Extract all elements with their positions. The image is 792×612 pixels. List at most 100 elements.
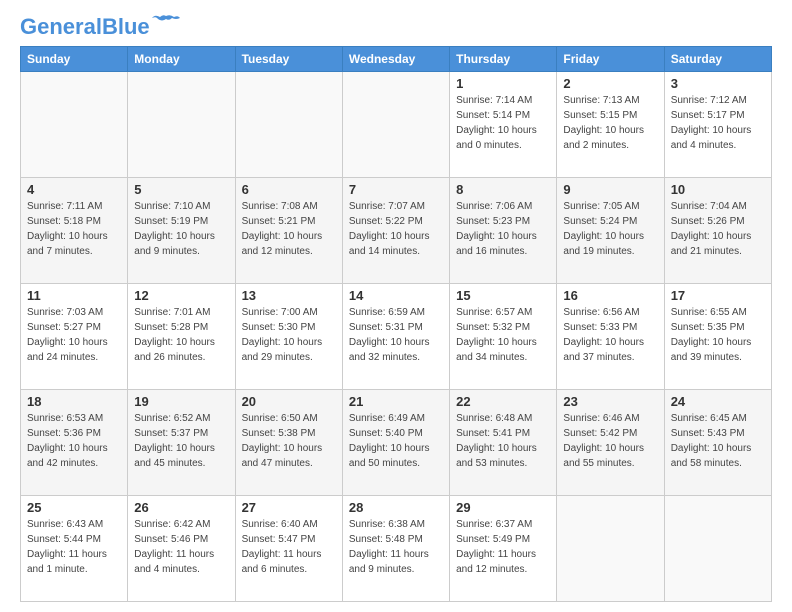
- day-number: 27: [242, 500, 336, 515]
- day-number: 15: [456, 288, 550, 303]
- day-info: Sunrise: 6:52 AM Sunset: 5:37 PM Dayligh…: [134, 411, 228, 471]
- table-row: 9 Sunrise: 7:05 AM Sunset: 5:24 PM Daylig…: [557, 178, 664, 284]
- day-number: 28: [349, 500, 443, 515]
- day-info: Sunrise: 6:59 AM Sunset: 5:31 PM Dayligh…: [349, 305, 443, 365]
- day-number: 13: [242, 288, 336, 303]
- calendar-page: GeneralBlue Sunday Monday Tuesday Wednes…: [0, 0, 792, 612]
- table-row: 12Sunrise: 7:01 AM Sunset: 5:28 PM Dayli…: [128, 284, 235, 390]
- table-row: 6 Sunrise: 7:08 AM Sunset: 5:21 PM Daylig…: [235, 178, 342, 284]
- day-number: 16: [563, 288, 657, 303]
- table-row: 19 Sunrise: 6:52 AM Sunset: 5:37 PM Dayli…: [128, 390, 235, 496]
- table-row: [235, 72, 342, 178]
- day-info: Sunrise: 6:57 AM Sunset: 5:32 PM Dayligh…: [456, 305, 550, 365]
- day-info: Sunrise: 7:05 AM Sunset: 5:24 PM Dayligh…: [563, 199, 657, 259]
- table-row: 5 Sunrise: 7:10 AM Sunset: 5:19 PM Daylig…: [128, 178, 235, 284]
- table-row: [342, 72, 449, 178]
- day-info: Sunrise: 6:50 AM Sunset: 5:38 PM Dayligh…: [242, 411, 336, 471]
- calendar-week-row: 18 Sunrise: 6:53 AM Sunset: 5:36 PM Dayli…: [21, 390, 772, 496]
- logo-bird-icon: [152, 14, 180, 32]
- calendar-week-row: 11 Sunrise: 7:03 AM Sunset: 5:27 PM Dayli…: [21, 284, 772, 390]
- day-number: 12: [134, 288, 228, 303]
- day-number: 5: [134, 182, 228, 197]
- day-info: Sunrise: 6:56 AM Sunset: 5:33 PM Dayligh…: [563, 305, 657, 365]
- table-row: 18 Sunrise: 6:53 AM Sunset: 5:36 PM Dayli…: [21, 390, 128, 496]
- day-number: 24: [671, 394, 765, 409]
- day-number: 22: [456, 394, 550, 409]
- day-info: Sunrise: 6:49 AM Sunset: 5:40 PM Dayligh…: [349, 411, 443, 471]
- day-number: 4: [27, 182, 121, 197]
- table-row: [21, 72, 128, 178]
- day-info: Sunrise: 7:00 AM Sunset: 5:30 PM Dayligh…: [242, 305, 336, 365]
- table-row: 25 Sunrise: 6:43 AM Sunset: 5:44 PM Dayli…: [21, 496, 128, 602]
- day-info: Sunrise: 7:10 AM Sunset: 5:19 PM Dayligh…: [134, 199, 228, 259]
- header-monday: Monday: [128, 47, 235, 72]
- day-info: Sunrise: 6:38 AM Sunset: 5:48 PM Dayligh…: [349, 517, 443, 577]
- day-number: 8: [456, 182, 550, 197]
- day-number: 19: [134, 394, 228, 409]
- day-info: Sunrise: 6:55 AM Sunset: 5:35 PM Dayligh…: [671, 305, 765, 365]
- day-info: Sunrise: 6:43 AM Sunset: 5:44 PM Dayligh…: [27, 517, 121, 577]
- table-row: 16 Sunrise: 6:56 AM Sunset: 5:33 PM Dayli…: [557, 284, 664, 390]
- day-number: 18: [27, 394, 121, 409]
- table-row: 28 Sunrise: 6:38 AM Sunset: 5:48 PM Dayli…: [342, 496, 449, 602]
- table-row: 14Sunrise: 6:59 AM Sunset: 5:31 PM Dayli…: [342, 284, 449, 390]
- table-row: [664, 496, 771, 602]
- table-row: 7 Sunrise: 7:07 AM Sunset: 5:22 PM Daylig…: [342, 178, 449, 284]
- day-info: Sunrise: 7:12 AM Sunset: 5:17 PM Dayligh…: [671, 93, 765, 153]
- day-info: Sunrise: 6:37 AM Sunset: 5:49 PM Dayligh…: [456, 517, 550, 577]
- day-number: 21: [349, 394, 443, 409]
- logo-text: GeneralBlue: [20, 16, 150, 38]
- header-sunday: Sunday: [21, 47, 128, 72]
- day-number: 1: [456, 76, 550, 91]
- header-wednesday: Wednesday: [342, 47, 449, 72]
- day-number: 7: [349, 182, 443, 197]
- day-info: Sunrise: 7:13 AM Sunset: 5:15 PM Dayligh…: [563, 93, 657, 153]
- day-info: Sunrise: 7:03 AM Sunset: 5:27 PM Dayligh…: [27, 305, 121, 365]
- day-info: Sunrise: 6:53 AM Sunset: 5:36 PM Dayligh…: [27, 411, 121, 471]
- day-number: 3: [671, 76, 765, 91]
- day-info: Sunrise: 7:07 AM Sunset: 5:22 PM Dayligh…: [349, 199, 443, 259]
- calendar-week-row: 1 Sunrise: 7:14 AM Sunset: 5:14 PM Daylig…: [21, 72, 772, 178]
- day-info: Sunrise: 7:14 AM Sunset: 5:14 PM Dayligh…: [456, 93, 550, 153]
- header-tuesday: Tuesday: [235, 47, 342, 72]
- header-thursday: Thursday: [450, 47, 557, 72]
- day-info: Sunrise: 6:46 AM Sunset: 5:42 PM Dayligh…: [563, 411, 657, 471]
- logo: GeneralBlue: [20, 16, 180, 38]
- day-number: 25: [27, 500, 121, 515]
- table-row: 24Sunrise: 6:45 AM Sunset: 5:43 PM Dayli…: [664, 390, 771, 496]
- day-number: 6: [242, 182, 336, 197]
- day-info: Sunrise: 7:11 AM Sunset: 5:18 PM Dayligh…: [27, 199, 121, 259]
- day-number: 17: [671, 288, 765, 303]
- table-row: 27 Sunrise: 6:40 AM Sunset: 5:47 PM Dayli…: [235, 496, 342, 602]
- calendar-week-row: 4 Sunrise: 7:11 AM Sunset: 5:18 PM Daylig…: [21, 178, 772, 284]
- table-row: 8 Sunrise: 7:06 AM Sunset: 5:23 PM Daylig…: [450, 178, 557, 284]
- day-number: 29: [456, 500, 550, 515]
- day-info: Sunrise: 7:06 AM Sunset: 5:23 PM Dayligh…: [456, 199, 550, 259]
- calendar-table: Sunday Monday Tuesday Wednesday Thursday…: [20, 46, 772, 602]
- day-info: Sunrise: 6:42 AM Sunset: 5:46 PM Dayligh…: [134, 517, 228, 577]
- table-row: 1 Sunrise: 7:14 AM Sunset: 5:14 PM Daylig…: [450, 72, 557, 178]
- day-info: Sunrise: 7:08 AM Sunset: 5:21 PM Dayligh…: [242, 199, 336, 259]
- header-friday: Friday: [557, 47, 664, 72]
- day-number: 9: [563, 182, 657, 197]
- table-row: 11 Sunrise: 7:03 AM Sunset: 5:27 PM Dayli…: [21, 284, 128, 390]
- logo-general: General: [20, 14, 102, 39]
- table-row: 4 Sunrise: 7:11 AM Sunset: 5:18 PM Daylig…: [21, 178, 128, 284]
- table-row: 23Sunrise: 6:46 AM Sunset: 5:42 PM Dayli…: [557, 390, 664, 496]
- table-row: 17 Sunrise: 6:55 AM Sunset: 5:35 PM Dayli…: [664, 284, 771, 390]
- header-saturday: Saturday: [664, 47, 771, 72]
- logo-blue: Blue: [102, 14, 150, 39]
- table-row: 26 Sunrise: 6:42 AM Sunset: 5:46 PM Dayli…: [128, 496, 235, 602]
- day-number: 11: [27, 288, 121, 303]
- table-row: 22Sunrise: 6:48 AM Sunset: 5:41 PM Dayli…: [450, 390, 557, 496]
- table-row: 15 Sunrise: 6:57 AM Sunset: 5:32 PM Dayli…: [450, 284, 557, 390]
- day-number: 26: [134, 500, 228, 515]
- table-row: 3 Sunrise: 7:12 AM Sunset: 5:17 PM Daylig…: [664, 72, 771, 178]
- table-row: 29 Sunrise: 6:37 AM Sunset: 5:49 PM Dayli…: [450, 496, 557, 602]
- table-row: 20 Sunrise: 6:50 AM Sunset: 5:38 PM Dayli…: [235, 390, 342, 496]
- header: GeneralBlue: [20, 16, 772, 38]
- day-info: Sunrise: 6:40 AM Sunset: 5:47 PM Dayligh…: [242, 517, 336, 577]
- day-number: 20: [242, 394, 336, 409]
- day-number: 2: [563, 76, 657, 91]
- table-row: 21 Sunrise: 6:49 AM Sunset: 5:40 PM Dayli…: [342, 390, 449, 496]
